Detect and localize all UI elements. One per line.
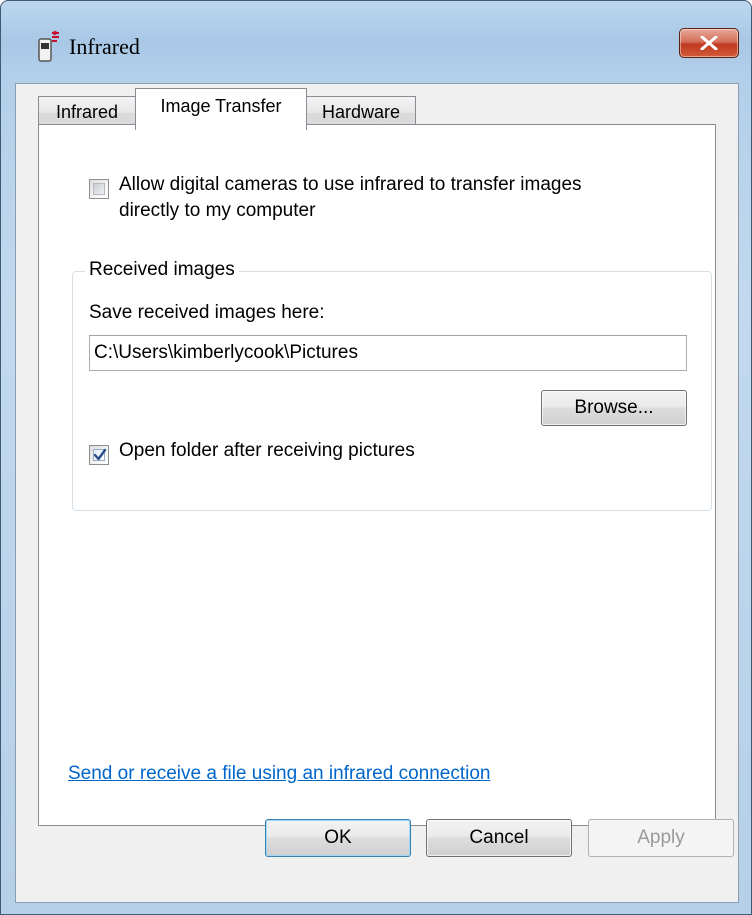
cancel-button[interactable]: Cancel (426, 819, 572, 857)
window-title: Infrared (69, 34, 140, 59)
open-folder-label: Open folder after receiving pictures (119, 440, 415, 461)
save-location-label: Save received images here: (89, 302, 325, 323)
title-bar[interactable]: Infrared (1, 1, 751, 81)
apply-button[interactable]: Apply (588, 819, 734, 857)
allow-cameras-label-line1: Allow digital cameras to use infrared to… (119, 174, 582, 195)
allow-cameras-label-line2: directly to my computer (119, 200, 316, 221)
open-folder-checkbox[interactable] (89, 445, 109, 465)
close-button[interactable] (679, 28, 739, 58)
received-images-legend: Received images (85, 259, 239, 281)
ok-button[interactable]: OK (265, 819, 411, 857)
infrared-dialog-window: Infrared Infrared Image Transfer Hardwar… (0, 0, 752, 915)
tab-image-transfer[interactable]: Image Transfer (135, 88, 307, 130)
checkmark-icon (93, 448, 107, 461)
infrared-device-icon (35, 29, 63, 63)
browse-button[interactable]: Browse... (541, 390, 687, 426)
save-path-field[interactable]: C:\Users\kimberlycook\Pictures (89, 335, 687, 371)
send-receive-file-link[interactable]: Send or receive a file using an infrared… (68, 763, 490, 785)
image-transfer-panel: Allow digital cameras to use infrared to… (38, 124, 716, 826)
allow-cameras-checkbox[interactable] (89, 179, 109, 199)
close-icon (700, 36, 718, 50)
